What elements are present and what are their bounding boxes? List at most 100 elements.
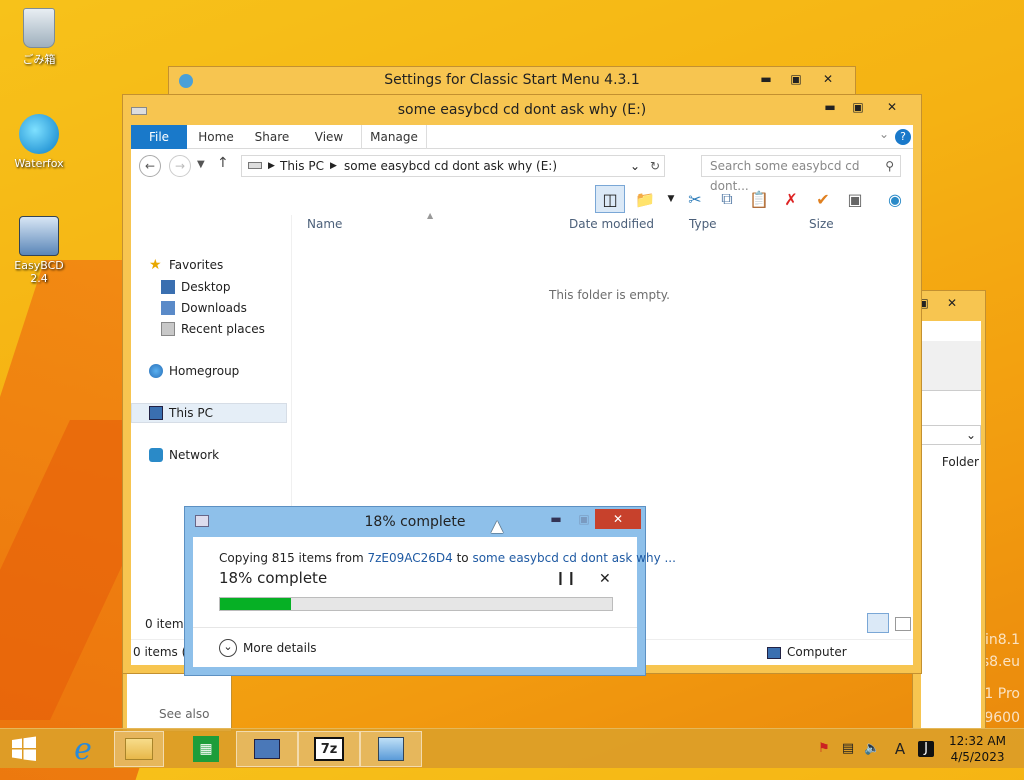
store-taskbar-button[interactable]: ▦ (188, 731, 224, 767)
nav-label: Favorites (169, 258, 224, 272)
folder-options-icon[interactable]: 📁 (633, 187, 657, 211)
preview-pane-icon[interactable]: ◫ (595, 185, 625, 213)
recycle-bin-icon[interactable]: ごみ箱 (4, 8, 74, 67)
breadcrumb-item[interactable]: some easybcd cd dont ask why (E:) (344, 156, 557, 176)
dropdown[interactable]: ⌄ (921, 425, 981, 445)
7zip-taskbar-button[interactable]: 7z (298, 731, 360, 767)
recent-locations-button[interactable]: ▼ (197, 159, 205, 170)
large-icons-view-button[interactable] (895, 617, 911, 631)
tab-file[interactable]: File (131, 125, 187, 149)
help-icon[interactable]: ? (895, 129, 911, 145)
start-button[interactable] (0, 731, 48, 767)
back-button[interactable]: ← (139, 155, 161, 177)
nav-network[interactable]: Network (149, 445, 219, 465)
titlebar[interactable]: Settings for Classic Start Menu 4.3.1 ▬ … (169, 67, 855, 97)
ime-mode-icon[interactable]: J (918, 741, 934, 757)
search-icon: ⚲ (885, 159, 894, 173)
nav-label: This PC (169, 406, 213, 420)
ribbon-expand-icon[interactable]: ⌄ (879, 127, 889, 141)
tab-share[interactable]: Share (249, 125, 295, 149)
minimize-button[interactable]: ▬ (815, 97, 845, 117)
desktop-icon-label: Waterfox (14, 157, 64, 170)
progress-bar (219, 597, 613, 611)
network-icon[interactable]: ▤ (840, 741, 856, 757)
tab-home[interactable]: Home (193, 125, 239, 149)
tab-manage[interactable]: Manage (361, 125, 427, 149)
more-details-label: More details (243, 641, 317, 655)
star-icon: ★ (149, 257, 162, 273)
copy-progress-dialog[interactable]: 18% complete ▬ ▣ ✕ Copying 815 items fro… (184, 506, 676, 676)
column-name[interactable]: Name (307, 217, 342, 231)
globe-icon[interactable]: ◉ (883, 187, 907, 211)
clock-date: 4/5/2023 (950, 750, 1005, 764)
folder-icon (125, 738, 153, 760)
close-button[interactable]: ✕ (805, 69, 851, 89)
breadcrumb-item[interactable]: This PC (280, 156, 324, 176)
cancel-button[interactable]: ✕ (599, 571, 611, 587)
minimize-button[interactable]: ▬ (541, 509, 571, 529)
close-button[interactable]: ✕ (869, 97, 915, 117)
nav-label: Homegroup (169, 364, 240, 378)
column-type[interactable]: Type (689, 217, 717, 231)
paste-icon[interactable]: 📋 (747, 187, 771, 211)
ribbon-area (921, 341, 981, 391)
chevron-down-icon[interactable]: ⌄ (630, 156, 640, 176)
close-button[interactable]: ✕ (937, 293, 967, 313)
cut-icon[interactable]: ✂ (683, 187, 707, 211)
nav-homegroup[interactable]: Homegroup (149, 361, 239, 381)
column-size[interactable]: Size (809, 217, 834, 231)
nav-downloads[interactable]: Downloads (161, 298, 247, 318)
copy-icon[interactable]: ⧉ (715, 187, 739, 211)
delete-icon[interactable]: ✗ (779, 187, 803, 211)
address-field[interactable]: ▶ This PC ▶ some easybcd cd dont ask why… (241, 155, 665, 177)
close-button[interactable]: ✕ (595, 509, 641, 529)
desktop-icon-label: EasyBCD 2.4 (14, 259, 64, 285)
7zip-icon: 7z (314, 737, 344, 761)
properties-icon[interactable]: ✔ (811, 187, 835, 211)
watermark-line: 9600 (984, 710, 1020, 726)
destination-link[interactable]: some easybcd cd dont ask why ... (472, 551, 675, 565)
source-link[interactable]: 7zE09AC26D4 (367, 551, 452, 565)
refresh-icon[interactable]: ↻ (650, 156, 660, 176)
column-date-modified[interactable]: Date modified (569, 217, 654, 231)
background-window[interactable]: ▣ ✕ ⌄ Folder (912, 290, 986, 730)
ime-indicator[interactable]: A (892, 741, 908, 757)
titlebar[interactable]: 18% complete ▬ ▣ ✕ (185, 507, 645, 537)
titlebar[interactable]: some easybcd cd dont ask why (E:) ▬ ▣ ✕ (123, 95, 921, 125)
classic-toolbar: ◫ 📁 ▼ ✂ ⧉ 📋 ✗ ✔ ▣ ◉ (131, 183, 913, 215)
nav-label: Recent places (181, 322, 265, 336)
file-explorer-taskbar-button[interactable] (114, 731, 164, 767)
volume-muted-icon[interactable]: 🔈 (864, 741, 880, 757)
recent-places-icon (161, 322, 175, 336)
details-view-button[interactable] (867, 613, 889, 633)
nav-label: Network (169, 448, 220, 462)
internet-explorer-taskbar-button[interactable]: e (52, 731, 114, 767)
action-center-icon[interactable]: ⚑ (816, 741, 832, 757)
nav-recent-places[interactable]: Recent places (161, 319, 265, 339)
chevron-down-icon[interactable]: ▼ (659, 187, 683, 211)
zone-label: Computer (787, 645, 847, 659)
settings-taskbar-button[interactable] (360, 731, 422, 767)
watermark-line: s8.eu (981, 654, 1020, 670)
tab-view[interactable]: View (307, 125, 351, 149)
column-header[interactable]: Folder (942, 455, 979, 469)
nav-favorites[interactable]: ★ Favorites (149, 255, 223, 275)
computer-taskbar-button[interactable] (236, 731, 298, 767)
up-button[interactable]: ↑ (217, 155, 229, 171)
internet-explorer-icon: e (74, 731, 92, 767)
minimize-button[interactable]: ▬ (751, 69, 781, 89)
ribbon-tabs: File Home Share View Manage ⌄ ? (131, 125, 913, 149)
easybcd-shortcut[interactable]: EasyBCD 2.4 (4, 216, 74, 285)
control-panel-window[interactable]: See also (122, 672, 232, 732)
nav-desktop[interactable]: Desktop (161, 277, 231, 297)
more-details-button[interactable]: ⌄ More details (219, 639, 317, 657)
rename-icon[interactable]: ▣ (843, 187, 867, 211)
clock[interactable]: 12:32 AM 4/5/2023 (949, 733, 1006, 765)
pause-button[interactable]: ❙❙ (555, 571, 577, 586)
forward-button[interactable]: → (169, 155, 191, 177)
search-input[interactable]: Search some easybcd cd dont... ⚲ (701, 155, 901, 193)
see-also-heading: See also (159, 707, 210, 721)
computer-icon (254, 739, 280, 759)
nav-this-pc[interactable]: This PC (149, 403, 213, 423)
waterfox-shortcut[interactable]: Waterfox (4, 114, 74, 170)
